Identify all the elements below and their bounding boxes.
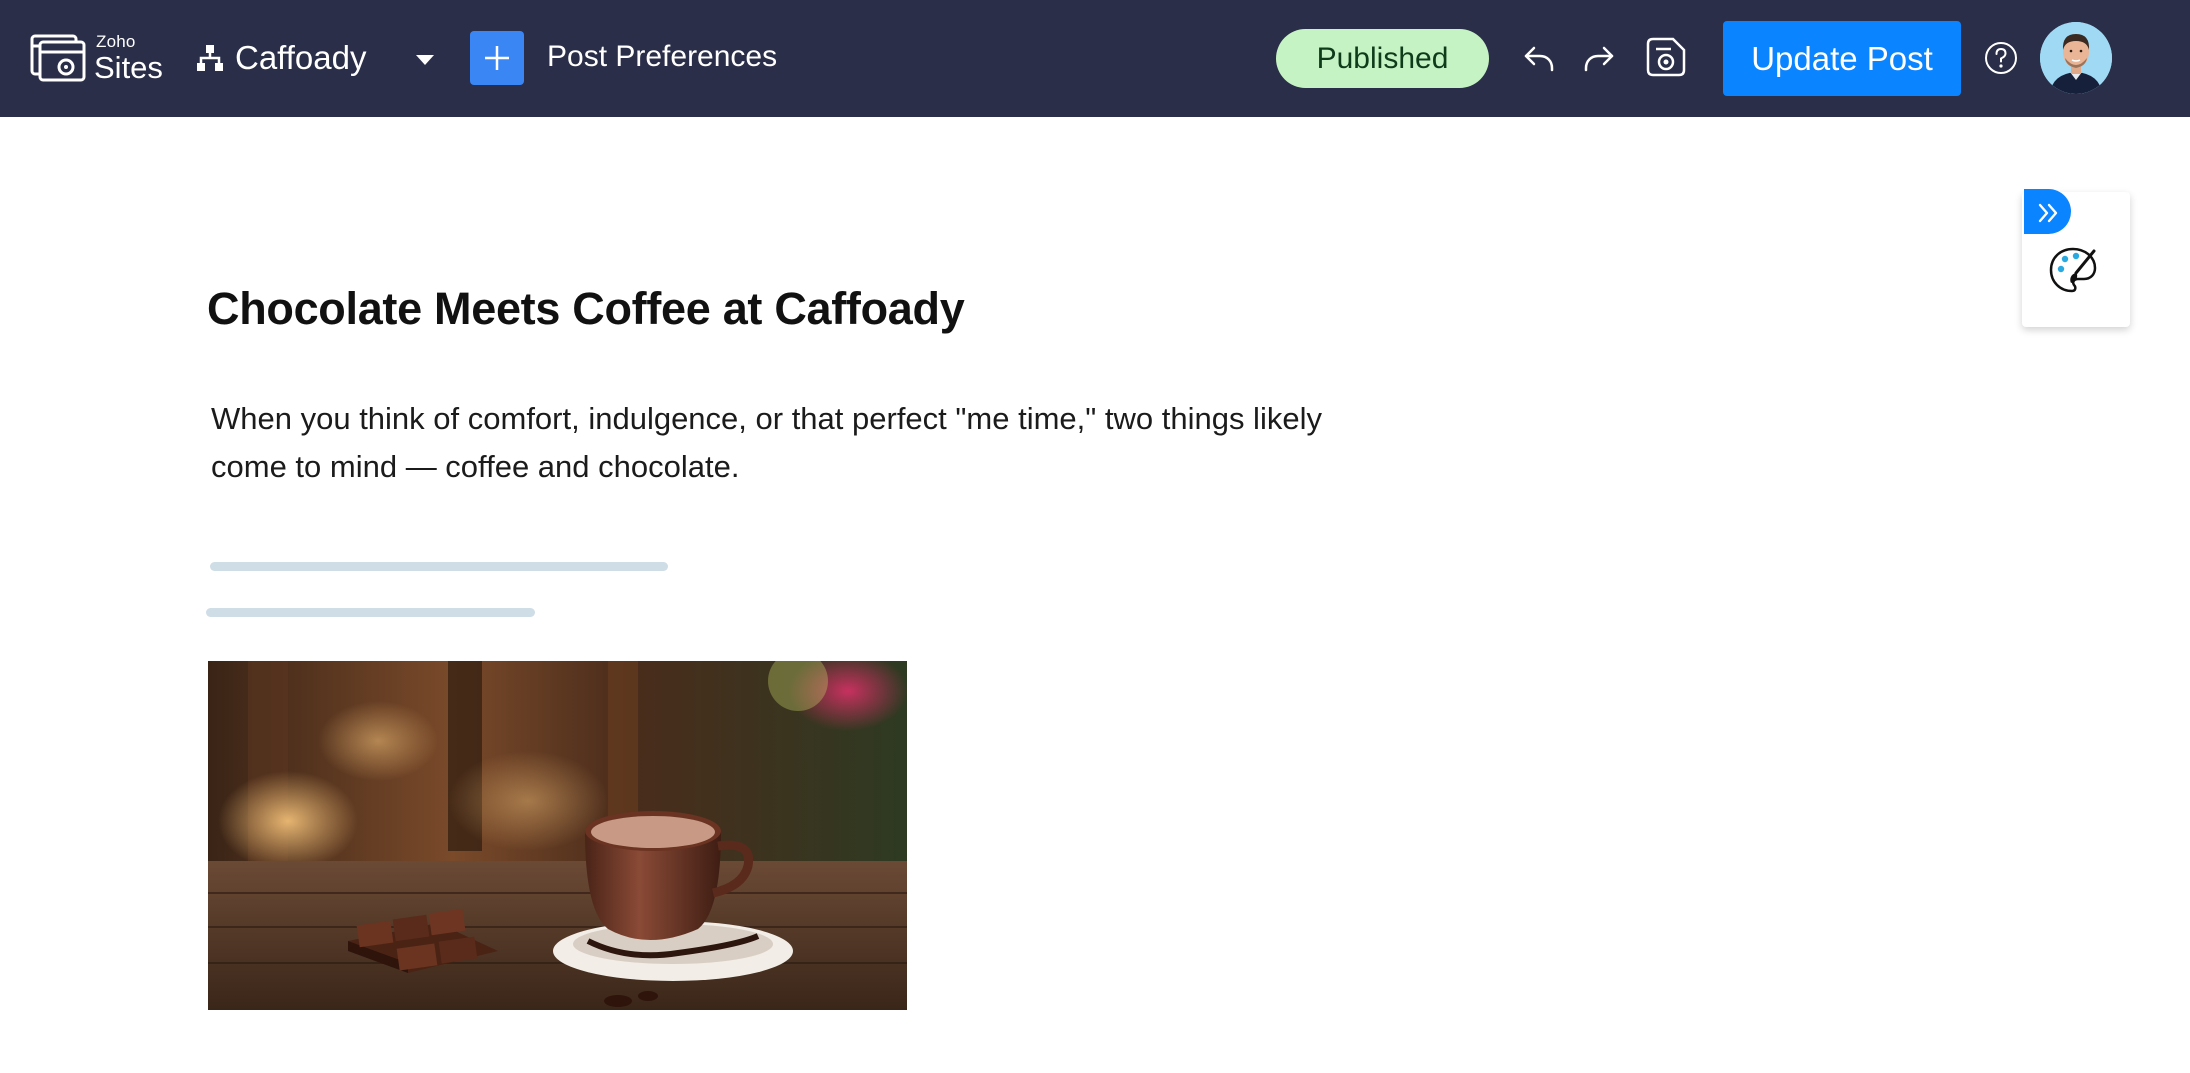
undo-icon[interactable]: [1522, 42, 1556, 76]
zoho-sites-logo-icon: [30, 34, 86, 82]
sitemap-icon: [197, 45, 223, 71]
top-bar: Zoho Sites Caffoady Post Preferences Pub…: [0, 0, 2190, 117]
chevron-down-icon[interactable]: [412, 50, 438, 70]
preview-icon[interactable]: [1643, 34, 1689, 80]
user-avatar-icon: [2040, 22, 2112, 94]
brand-small-text: Zoho: [96, 32, 136, 51]
plus-icon: [485, 46, 509, 70]
double-chevron-right-icon: [2038, 203, 2058, 223]
expand-panel-button[interactable]: [2024, 189, 2071, 234]
post-preferences-link[interactable]: Post Preferences: [547, 40, 777, 74]
redo-icon[interactable]: [1582, 42, 1616, 76]
status-badge: Published: [1276, 29, 1489, 88]
palette-brush-icon[interactable]: [2046, 243, 2100, 297]
brand-name: Sites: [94, 50, 163, 85]
site-name: Caffoady: [235, 39, 367, 76]
post-hero-image[interactable]: [208, 661, 907, 1010]
add-button[interactable]: [470, 31, 524, 85]
loading-placeholder-line: [206, 608, 535, 617]
site-switcher[interactable]: Caffoady: [195, 36, 366, 80]
post-intro-paragraph[interactable]: When you think of comfort, indulgence, o…: [211, 395, 1341, 491]
update-post-button[interactable]: Update Post: [1723, 21, 1961, 96]
zoho-sites-logo[interactable]: Zoho Sites: [30, 30, 170, 86]
avatar[interactable]: [2040, 22, 2112, 94]
help-icon[interactable]: [1983, 40, 2019, 76]
loading-placeholder-line: [210, 562, 668, 571]
post-title[interactable]: Chocolate Meets Coffee at Caffoady: [207, 283, 965, 335]
hot-cocoa-photo: [208, 661, 907, 1010]
